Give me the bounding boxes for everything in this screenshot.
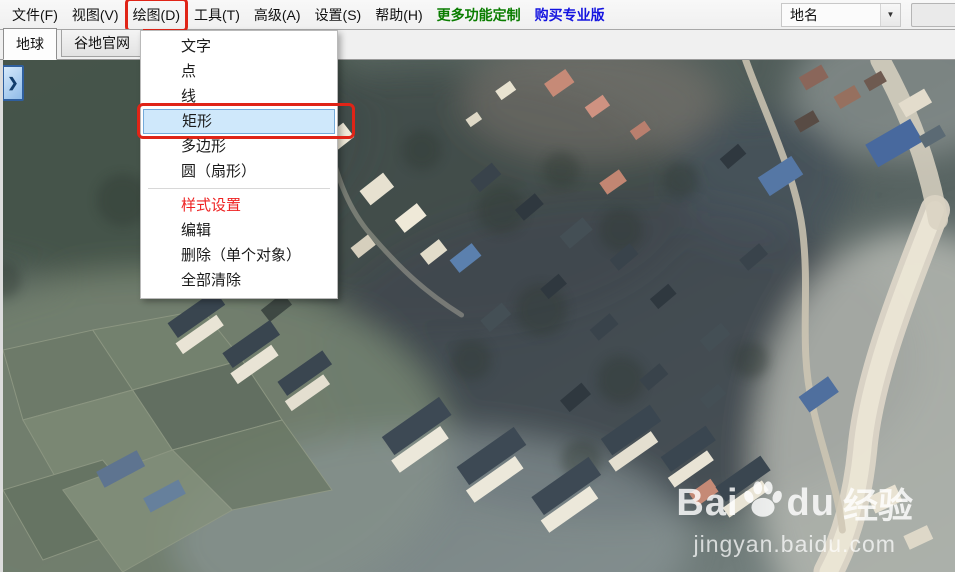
draw-menu-item-polygon[interactable]: 多边形 (143, 134, 335, 159)
draw-menu-item-point[interactable]: 点 (143, 59, 335, 84)
menu-bar: 文件(F) 视图(V) 绘图(D) 工具(T) 高级(A) 设置(S) 帮助(H… (0, 0, 955, 32)
draw-menu-item-rectangle[interactable]: 矩形 (137, 103, 355, 139)
draw-menu-item-text[interactable]: 文字 (143, 34, 335, 59)
tab-website[interactable]: 谷地官网 (61, 29, 143, 57)
menu-view[interactable]: 视图(V) (72, 1, 119, 29)
menu-draw[interactable]: 绘图(D) (124, 0, 189, 32)
menu-buy-pro-link[interactable]: 购买专业版 (535, 1, 605, 29)
menu-tools[interactable]: 工具(T) (194, 1, 240, 29)
placename-combobox[interactable]: 地名 ▼ (781, 2, 901, 27)
search-input[interactable] (911, 2, 955, 27)
chevron-right-icon: ❯ (7, 75, 19, 90)
menu-help[interactable]: 帮助(H) (375, 1, 422, 29)
menu-advanced[interactable]: 高级(A) (254, 1, 301, 29)
draw-menu-item-circle[interactable]: 圆（扇形） (143, 159, 335, 184)
menu-more-features-link[interactable]: 更多功能定制 (437, 1, 521, 29)
tab-earth[interactable]: 地球 (3, 28, 57, 60)
panel-expand-button[interactable]: ❯ (3, 65, 24, 101)
draw-menu-item-line[interactable]: 线 (143, 84, 335, 109)
app-window: 文件(F) 视图(V) 绘图(D) 工具(T) 高级(A) 设置(S) 帮助(H… (0, 0, 955, 572)
menu-separator (148, 188, 330, 189)
draw-menu-item-clear-all[interactable]: 全部清除 (143, 268, 335, 293)
menu-settings[interactable]: 设置(S) (315, 1, 362, 29)
placename-combobox-value: 地名 (790, 6, 818, 23)
draw-menu-item-edit[interactable]: 编辑 (143, 218, 335, 243)
menu-file[interactable]: 文件(F) (12, 1, 58, 29)
draw-menu-dropdown: 文字 点 线 矩形 多边形 圆（扇形） 样式设置 编辑 删除（单个对象） 全部清… (137, 30, 355, 299)
draw-menu-item-style-settings[interactable]: 样式设置 (143, 193, 335, 218)
chevron-down-icon[interactable]: ▼ (880, 3, 900, 26)
draw-menu-item-delete-single[interactable]: 删除（单个对象） (143, 243, 335, 268)
